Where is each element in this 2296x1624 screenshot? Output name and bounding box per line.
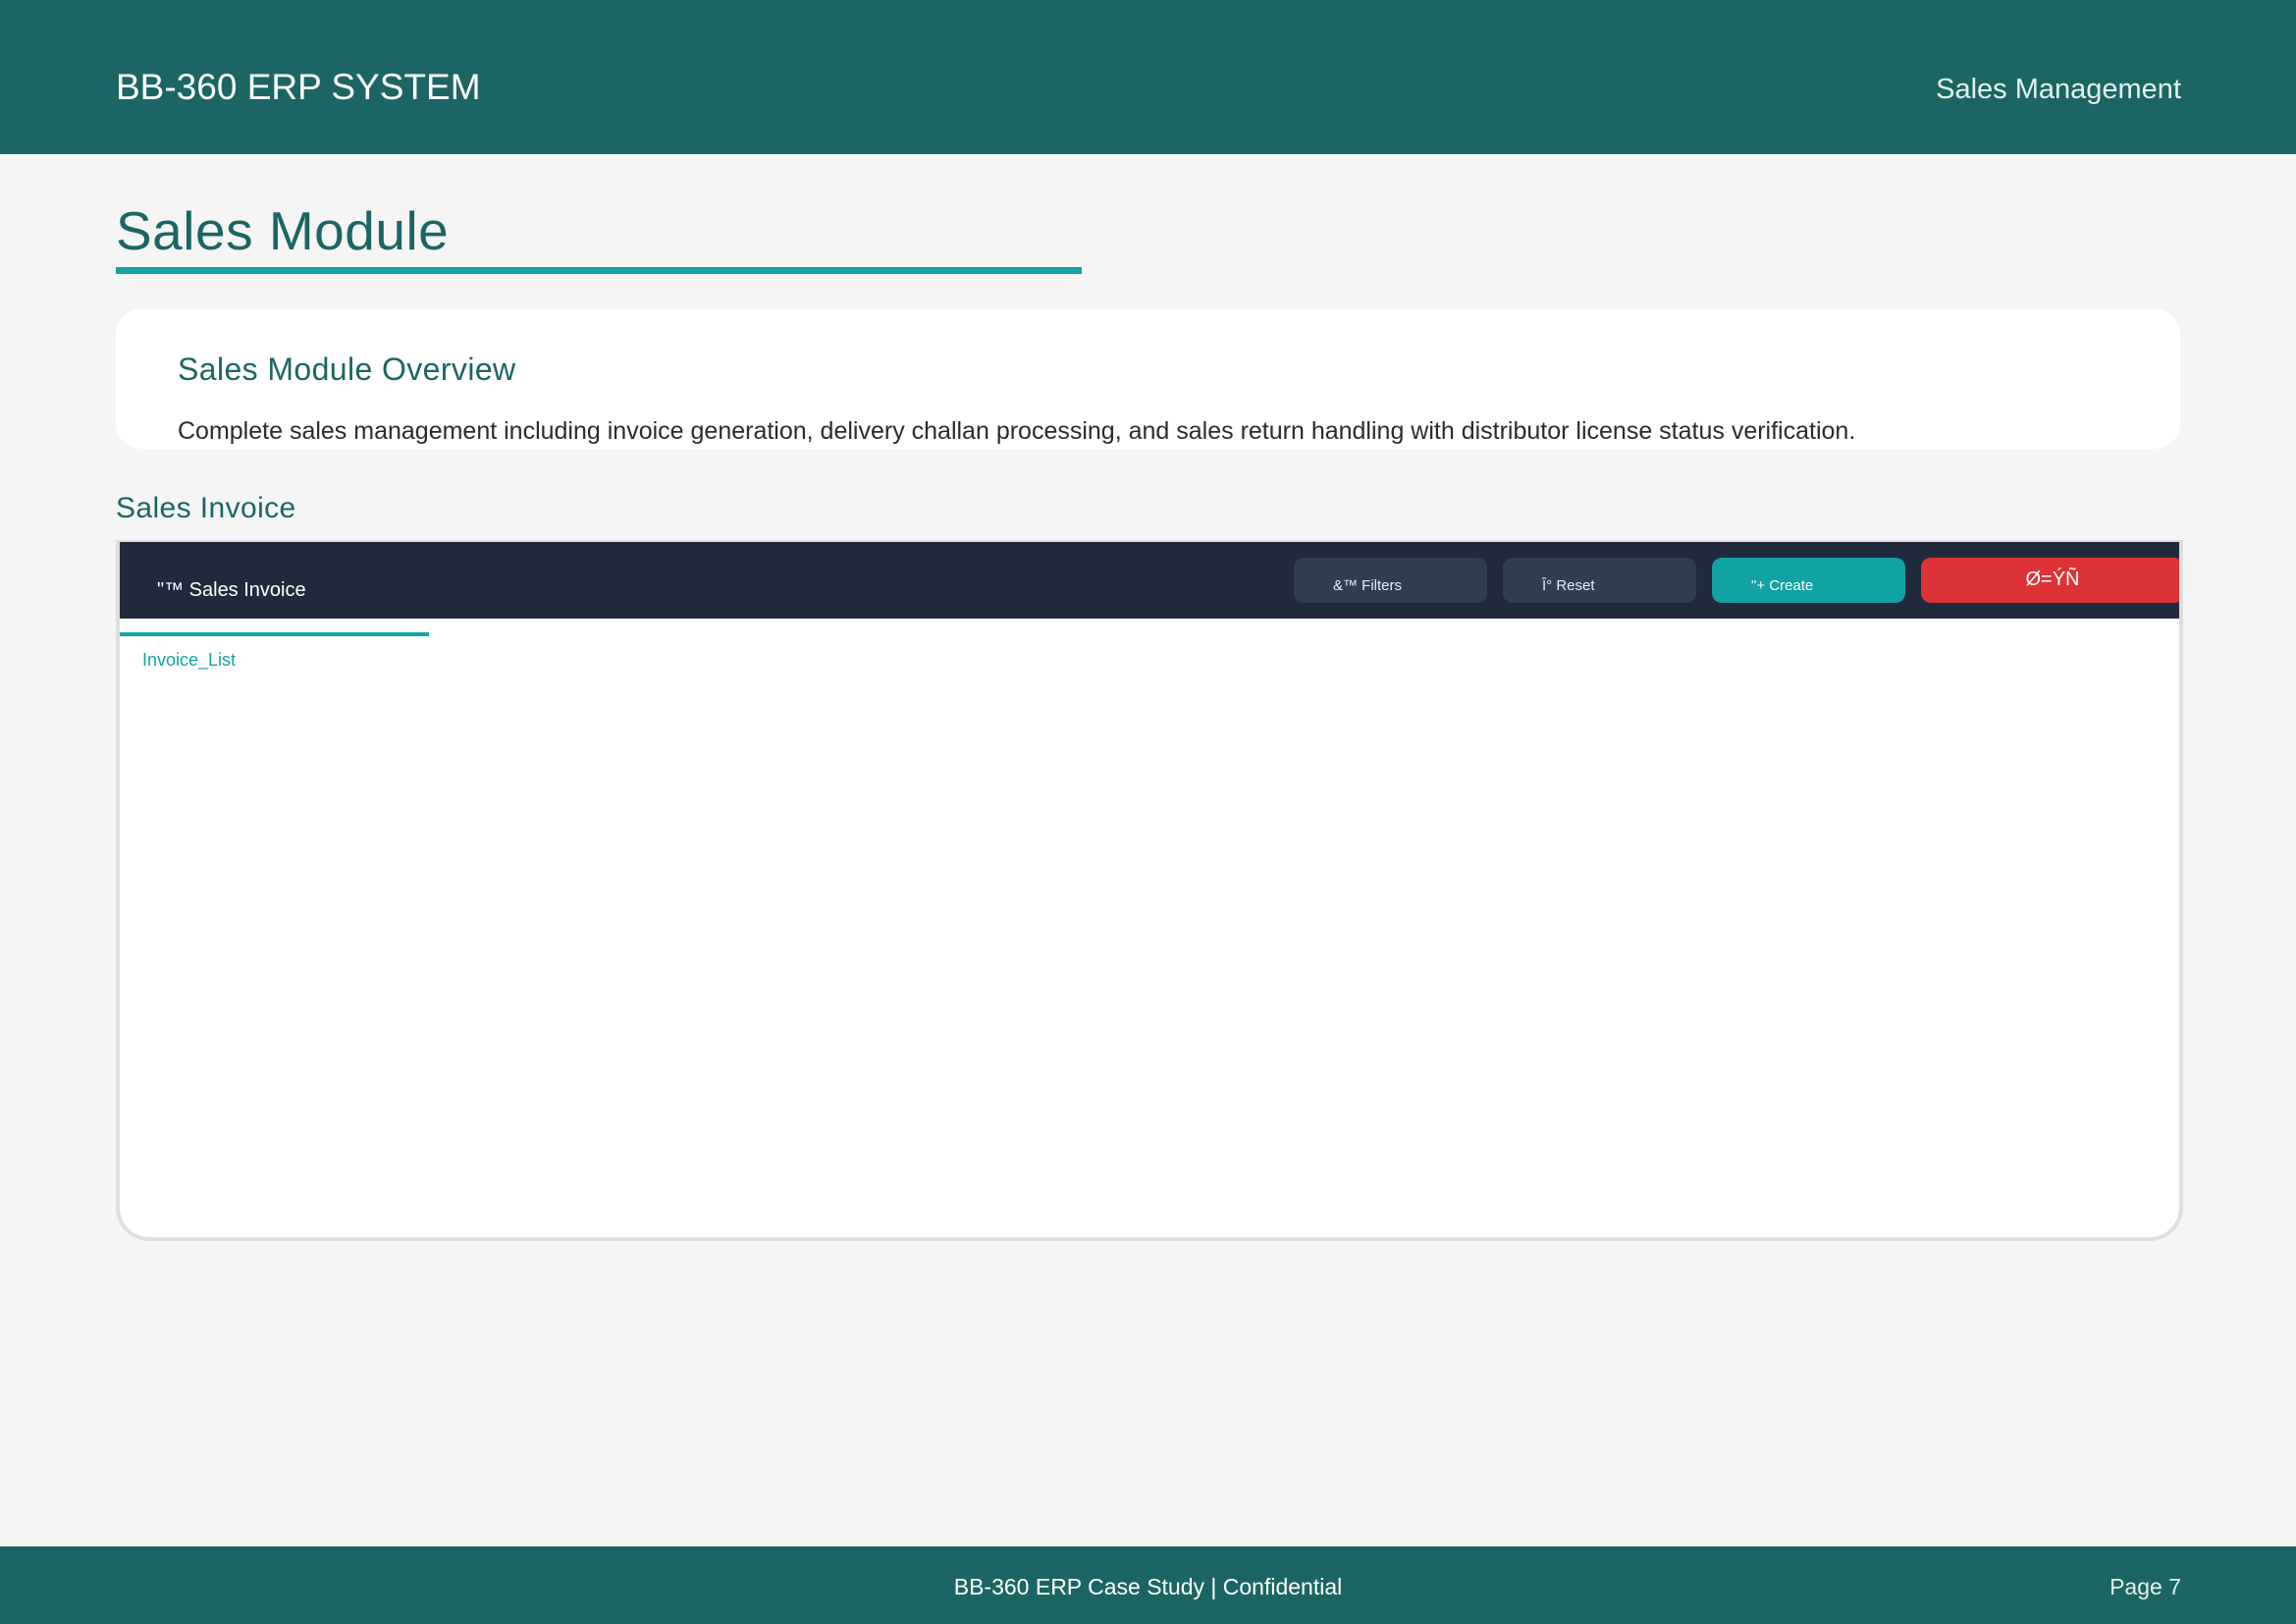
app-toolbar: "™ Sales Invoice &™ Filters Î° Reset "+ …: [120, 542, 2179, 619]
create-button[interactable]: "+ Create: [1712, 558, 1905, 603]
embedded-screenshot: "™ Sales Invoice &™ Filters Î° Reset "+ …: [116, 540, 2183, 1241]
filters-button[interactable]: &™ Filters: [1294, 558, 1487, 603]
active-tab-indicator: [120, 632, 429, 636]
section-label: Sales Management: [1936, 74, 2181, 105]
overview-card: Sales Module Overview Complete sales man…: [116, 309, 2180, 449]
footer: BB-360 ERP Case Study | Confidential Pag…: [0, 1546, 2296, 1624]
page-number: Page 7: [2109, 1574, 2181, 1599]
app-title: "™ Sales Invoice: [157, 579, 306, 601]
overview-text: Complete sales management including invo…: [178, 417, 1856, 445]
overview-heading: Sales Module Overview: [178, 352, 516, 387]
top-bar: BB-360 ERP SYSTEM Sales Management: [0, 0, 2296, 154]
page-title: Sales Module: [116, 200, 450, 261]
footer-center-text: BB-360 ERP Case Study | Confidential: [953, 1574, 1343, 1599]
subsection-heading: Sales Invoice: [116, 492, 296, 524]
reset-button[interactable]: Î° Reset: [1503, 558, 1696, 603]
tab-invoice-list[interactable]: Invoice_List: [142, 649, 236, 671]
brand-title: BB-360 ERP SYSTEM: [116, 67, 481, 107]
red-action-button[interactable]: Ø=ÝÑ: [1921, 558, 2179, 603]
title-underline: [116, 267, 1082, 274]
